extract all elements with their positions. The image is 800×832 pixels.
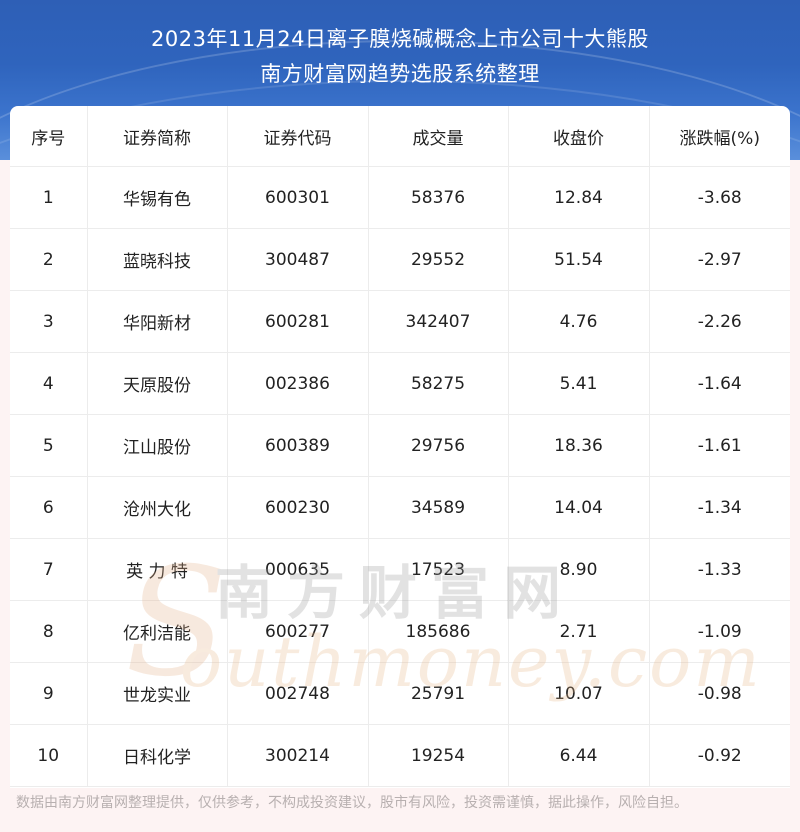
cell-change-pct: -3.68 — [649, 166, 790, 229]
cell-close-price: 8.90 — [508, 538, 650, 601]
cell-volume: 58376 — [368, 166, 509, 229]
cell-volume: 17523 — [368, 538, 509, 601]
cell-volume: 58275 — [368, 352, 509, 415]
column-header-code: 证券代码 — [227, 106, 369, 167]
table-header-row: 序号 证券简称 证券代码 成交量 收盘价 涨跌幅(%) — [10, 106, 790, 167]
table-row: 5 江山股份 600389 29756 18.36 -1.61 — [10, 414, 790, 477]
cell-change-pct: -0.92 — [649, 724, 790, 787]
cell-close-price: 12.84 — [508, 166, 650, 229]
table-row: 9 世龙实业 002748 25791 10.07 -0.98 — [10, 662, 790, 725]
cell-stock-name: 世龙实业 — [87, 662, 228, 725]
cell-close-price: 18.36 — [508, 414, 650, 477]
cell-volume: 34589 — [368, 476, 509, 539]
cell-stock-name: 亿利洁能 — [87, 600, 228, 663]
cell-stock-code: 600277 — [227, 600, 369, 663]
page-subtitle: 南方财富网趋势选股系统整理 — [260, 62, 540, 86]
cell-stock-name: 江山股份 — [87, 414, 228, 477]
cell-index: 9 — [10, 662, 88, 725]
cell-change-pct: -2.26 — [649, 290, 790, 353]
table-row: 7英 力 特 000635 17523 8.90 -1.33 — [10, 538, 790, 601]
cell-stock-name: 华阳新材 — [87, 290, 228, 353]
cell-stock-name: 天原股份 — [87, 352, 228, 415]
cell-stock-code: 600230 — [227, 476, 369, 539]
cell-volume: 185686 — [368, 600, 509, 663]
cell-change-pct: -0.98 — [649, 662, 790, 725]
cell-close-price: 5.41 — [508, 352, 650, 415]
cell-stock-code: 300214 — [227, 724, 369, 787]
column-header-index: 序号 — [10, 106, 88, 167]
cell-change-pct: -1.64 — [649, 352, 790, 415]
cell-index: 5 — [10, 414, 88, 477]
cell-stock-name: 蓝晓科技 — [87, 228, 228, 291]
disclaimer-footer: 数据由南方财富网整理提供，仅供参考，不构成投资建议，股市有风险，投资需谨慎，据此… — [16, 795, 688, 811]
table-row: 2 蓝晓科技 300487 29552 51.54 -2.97 — [10, 228, 790, 291]
table-row: 10 日科化学 300214 19254 6.44 -0.92 — [10, 724, 790, 787]
cell-volume: 342407 — [368, 290, 509, 353]
cell-stock-name: 日科化学 — [87, 724, 228, 787]
cell-stock-name: 英 力 特 — [87, 538, 228, 601]
cell-index: 6 — [10, 476, 88, 539]
cell-close-price: 51.54 — [508, 228, 650, 291]
cell-change-pct: -1.61 — [649, 414, 790, 477]
page-title: 2023年11月24日离子膜烧碱概念上市公司十大熊股 — [151, 27, 649, 51]
cell-stock-code: 600301 — [227, 166, 369, 229]
cell-index: 8 — [10, 600, 88, 663]
cell-stock-code: 300487 — [227, 228, 369, 291]
table-row: 6 沧州大化 600230 34589 14.04 -1.34 — [10, 476, 790, 539]
cell-change-pct: -1.09 — [649, 600, 790, 663]
cell-index: 7 — [10, 538, 88, 601]
table-row: 3 华阳新材 600281 342407 4.76 -2.26 — [10, 290, 790, 353]
cell-stock-name: 沧州大化 — [87, 476, 228, 539]
table-row: 4 天原股份 002386 58275 5.41 -1.64 — [10, 352, 790, 415]
stock-table-container: 序号 证券简称 证券代码 成交量 收盘价 涨跌幅(%) 1 华锡有色 600301 5… — [10, 106, 790, 788]
cell-change-pct: -1.34 — [649, 476, 790, 539]
cell-change-pct: -1.33 — [649, 538, 790, 601]
column-header-change: 涨跌幅(%) — [649, 106, 790, 167]
table-row: 1 华锡有色 600301 58376 12.84 -3.68 — [10, 166, 790, 229]
cell-index: 2 — [10, 228, 88, 291]
column-header-name: 证券简称 — [87, 106, 228, 167]
cell-volume: 25791 — [368, 662, 509, 725]
column-header-close: 收盘价 — [508, 106, 650, 167]
cell-stock-code: 600281 — [227, 290, 369, 353]
cell-change-pct: -2.97 — [649, 228, 790, 291]
cell-close-price: 10.07 — [508, 662, 650, 725]
cell-stock-code: 600389 — [227, 414, 369, 477]
cell-index: 3 — [10, 290, 88, 353]
cell-index: 10 — [10, 724, 88, 787]
column-header-volume: 成交量 — [368, 106, 509, 167]
cell-close-price: 4.76 — [508, 290, 650, 353]
cell-index: 1 — [10, 166, 88, 229]
cell-index: 4 — [10, 352, 88, 415]
cell-close-price: 6.44 — [508, 724, 650, 787]
cell-close-price: 2.71 — [508, 600, 650, 663]
cell-stock-code: 000635 — [227, 538, 369, 601]
table-row: 8 亿利洁能 600277 185686 2.71 -1.09 — [10, 600, 790, 663]
cell-stock-name: 华锡有色 — [87, 166, 228, 229]
cell-volume: 19254 — [368, 724, 509, 787]
cell-volume: 29756 — [368, 414, 509, 477]
cell-stock-code: 002748 — [227, 662, 369, 725]
cell-volume: 29552 — [368, 228, 509, 291]
cell-stock-code: 002386 — [227, 352, 369, 415]
cell-close-price: 14.04 — [508, 476, 650, 539]
stock-table: 序号 证券简称 证券代码 成交量 收盘价 涨跌幅(%) 1 华锡有色 600301 5… — [10, 106, 790, 787]
